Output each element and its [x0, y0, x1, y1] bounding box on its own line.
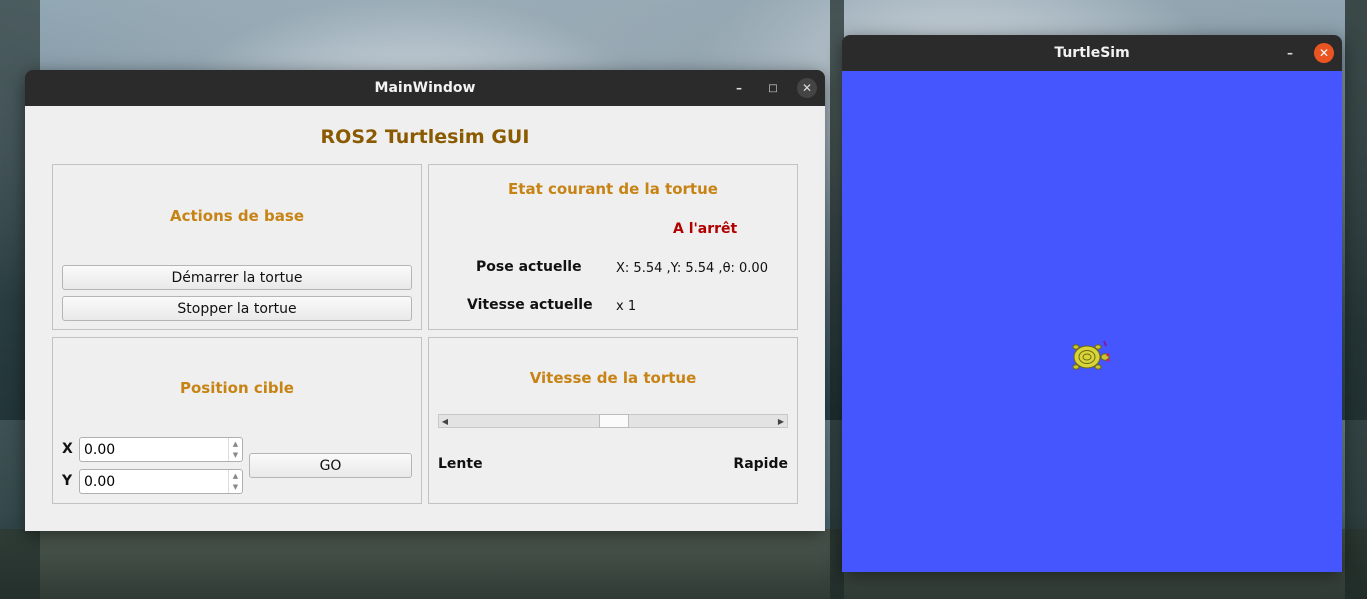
- x-up-icon[interactable]: ▲: [229, 438, 242, 450]
- speed-value: x 1: [616, 299, 637, 314]
- speed-panel: Vitesse de la tortue ◀ ▶ Lente Rapide: [428, 337, 798, 504]
- speed-slider[interactable]: ◀ ▶: [438, 414, 788, 428]
- status-text: A l'arrêt: [673, 221, 738, 237]
- turtle-icon: [1072, 340, 1110, 370]
- app-title: ROS2 Turtlesim GUI: [320, 126, 530, 148]
- close-icon[interactable]: ✕: [1314, 43, 1334, 63]
- go-button[interactable]: GO: [249, 453, 412, 478]
- x-down-icon[interactable]: ▼: [229, 450, 242, 462]
- speed-title: Vitesse de la tortue: [529, 369, 697, 387]
- actions-panel: Actions de base Démarrer la tortue Stopp…: [52, 164, 422, 330]
- y-input[interactable]: 0.00 ▲ ▼: [79, 469, 243, 494]
- stop-turtle-button[interactable]: Stopper la tortue: [62, 296, 412, 321]
- turtlesim-title: TurtleSim: [1054, 45, 1130, 61]
- pose-label: Pose actuelle: [476, 259, 582, 275]
- x-label: X: [62, 441, 73, 457]
- turtlesim-titlebar[interactable]: TurtleSim – ✕: [842, 35, 1342, 71]
- fast-label: Rapide: [733, 456, 788, 472]
- turtlesim-window: TurtleSim – ✕: [842, 35, 1342, 572]
- actions-title: Actions de base: [169, 207, 305, 225]
- main-window: MainWindow – □ ✕ ROS2 Turtlesim GUI Acti…: [25, 70, 825, 531]
- y-down-icon[interactable]: ▼: [229, 482, 242, 494]
- speed-label: Vitesse actuelle: [467, 297, 593, 313]
- slider-right-icon[interactable]: ▶: [775, 415, 787, 427]
- minimize-icon[interactable]: –: [729, 78, 749, 98]
- y-label: Y: [62, 473, 73, 489]
- state-panel: Etat courant de la tortue A l'arrêt Pose…: [428, 164, 798, 330]
- slider-handle[interactable]: [599, 414, 629, 428]
- pose-value: X: 5.54 ,Y: 5.54 ,θ: 0.00: [616, 261, 768, 276]
- close-icon[interactable]: ✕: [797, 78, 817, 98]
- y-input-value: 0.00: [84, 473, 116, 490]
- maximize-icon[interactable]: □: [763, 78, 783, 98]
- target-panel: Position cible X 0.00 ▲ ▼ Y 0.00 ▲ ▼ GO: [52, 337, 422, 504]
- turtlesim-canvas: [842, 71, 1342, 572]
- main-window-body: ROS2 Turtlesim GUI Actions de base Démar…: [25, 106, 825, 531]
- start-turtle-button[interactable]: Démarrer la tortue: [62, 265, 412, 290]
- minimize-icon[interactable]: –: [1280, 43, 1300, 63]
- window-title: MainWindow: [374, 80, 476, 96]
- state-title: Etat courant de la tortue: [508, 180, 718, 198]
- x-input[interactable]: 0.00 ▲ ▼: [79, 437, 243, 462]
- target-title: Position cible: [180, 379, 294, 397]
- y-up-icon[interactable]: ▲: [229, 470, 242, 482]
- main-window-titlebar[interactable]: MainWindow – □ ✕: [25, 70, 825, 106]
- slow-label: Lente: [438, 456, 483, 472]
- slider-left-icon[interactable]: ◀: [439, 415, 451, 427]
- x-input-value: 0.00: [84, 441, 116, 458]
